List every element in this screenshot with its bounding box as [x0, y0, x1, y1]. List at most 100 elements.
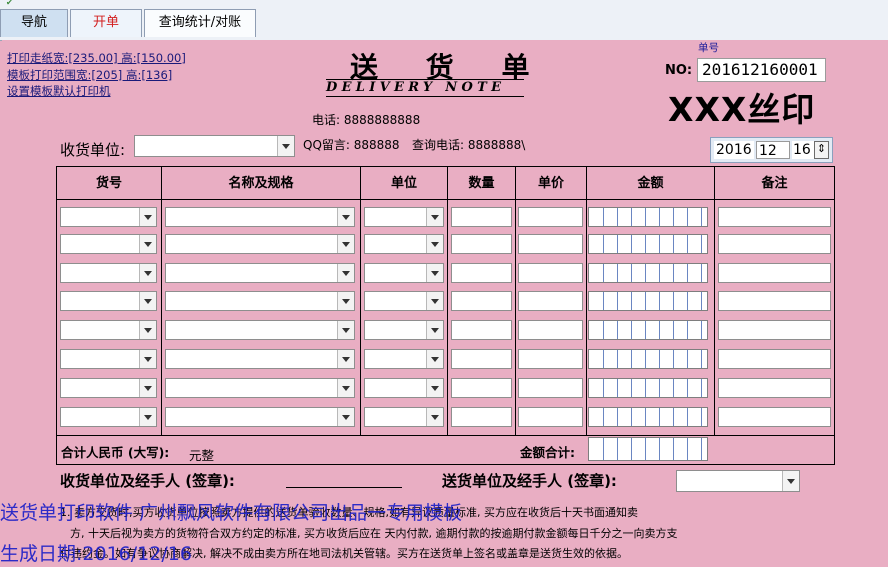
name-spec-select[interactable] — [165, 207, 355, 227]
total-amount-label: 金额合计: — [520, 445, 575, 460]
check-icon: ✔ — [6, 0, 13, 7]
unit-price-input[interactable] — [518, 349, 583, 369]
receiver-select[interactable] — [134, 135, 295, 157]
header-divider — [57, 199, 834, 200]
unit-price-input[interactable] — [518, 263, 583, 283]
date-year[interactable]: 2016 — [714, 141, 754, 159]
item-no-select[interactable] — [60, 291, 157, 311]
item-no-select[interactable] — [60, 378, 157, 398]
quantity-input[interactable] — [451, 263, 512, 283]
name-spec-select[interactable] — [165, 320, 355, 340]
quantity-input[interactable] — [451, 291, 512, 311]
tab-query-reconcile[interactable]: 查询统计/对账 — [144, 9, 256, 37]
name-spec-select[interactable] — [165, 378, 355, 398]
contact-query-phone: 查询电话: 8888888\ — [412, 138, 526, 152]
amount-input[interactable] — [588, 320, 708, 340]
unit-price-input[interactable] — [518, 320, 583, 340]
unit-price-input[interactable] — [518, 234, 583, 254]
amount-input[interactable] — [588, 291, 708, 311]
default-printer-link[interactable]: 设置模板默认打印机 — [7, 83, 111, 99]
unit-select[interactable] — [364, 207, 444, 227]
header-item-no: 货号 — [95, 176, 122, 191]
name-spec-select[interactable] — [165, 291, 355, 311]
order-number-caption: 单号 — [698, 42, 719, 54]
name-spec-select[interactable] — [165, 407, 355, 427]
tab-create-order[interactable]: 开单 — [70, 9, 142, 37]
chevron-down-icon — [139, 235, 156, 253]
chevron-down-icon — [139, 350, 156, 368]
remarks-input[interactable] — [718, 207, 831, 227]
chevron-down-icon — [426, 408, 443, 426]
receiver-signature-label: 收货单位及经手人 (签章): — [60, 472, 235, 490]
watermark-line-1: 送货单打印软件 广州飘风软件有限公司出品一专用模板 — [0, 502, 463, 524]
chevron-down-icon — [139, 379, 156, 397]
quantity-input[interactable] — [451, 349, 512, 369]
chevron-down-icon — [337, 321, 354, 339]
order-number-field[interactable]: 201612160001 — [697, 58, 826, 82]
amount-input[interactable] — [588, 349, 708, 369]
item-no-select[interactable] — [60, 234, 157, 254]
unit-select[interactable] — [364, 291, 444, 311]
spinner-icon[interactable]: ⇕ — [814, 141, 829, 159]
amount-input[interactable] — [588, 234, 708, 254]
column-divider — [161, 167, 162, 435]
amount-input[interactable] — [588, 378, 708, 398]
receiver-label: 收货单位: — [60, 141, 126, 159]
item-no-select[interactable] — [60, 407, 157, 427]
remarks-input[interactable] — [718, 407, 831, 427]
chevron-down-icon — [139, 321, 156, 339]
item-no-select[interactable] — [60, 349, 157, 369]
sender-select[interactable] — [676, 470, 800, 492]
name-spec-select[interactable] — [165, 234, 355, 254]
remarks-input[interactable] — [718, 349, 831, 369]
chevron-down-icon — [337, 292, 354, 310]
unit-select[interactable] — [364, 320, 444, 340]
name-spec-select[interactable] — [165, 349, 355, 369]
unit-price-input[interactable] — [518, 407, 583, 427]
unit-price-input[interactable] — [518, 207, 583, 227]
date-month[interactable]: 12 — [756, 141, 790, 159]
quantity-input[interactable] — [451, 378, 512, 398]
remarks-input[interactable] — [718, 263, 831, 283]
column-divider — [515, 167, 516, 435]
unit-select[interactable] — [364, 234, 444, 254]
date-picker[interactable]: 2016 12 16 ⇕ — [710, 137, 833, 163]
amount-input[interactable] — [588, 263, 708, 283]
item-no-select[interactable] — [60, 263, 157, 283]
unit-price-input[interactable] — [518, 378, 583, 398]
remarks-input[interactable] — [718, 378, 831, 398]
quantity-input[interactable] — [451, 234, 512, 254]
unit-select[interactable] — [364, 378, 444, 398]
chevron-down-icon — [337, 408, 354, 426]
amount-input[interactable] — [588, 407, 708, 427]
unit-price-input[interactable] — [518, 291, 583, 311]
column-divider — [447, 167, 448, 435]
remarks-input[interactable] — [718, 234, 831, 254]
chevron-down-icon — [277, 136, 294, 156]
quantity-input[interactable] — [451, 407, 512, 427]
unit-select[interactable] — [364, 263, 444, 283]
quantity-input[interactable] — [451, 320, 512, 340]
remarks-input[interactable] — [718, 320, 831, 340]
order-number-label: NO: — [665, 63, 693, 78]
name-spec-select[interactable] — [165, 263, 355, 283]
total-amount-field[interactable] — [588, 437, 708, 461]
unit-select[interactable] — [364, 407, 444, 427]
item-no-select[interactable] — [60, 320, 157, 340]
column-divider — [586, 167, 587, 435]
date-day[interactable]: 16 — [792, 141, 815, 159]
remarks-input[interactable] — [718, 291, 831, 311]
chevron-down-icon — [426, 235, 443, 253]
total-rmb-label: 合计人民币 (大写): — [61, 445, 170, 460]
template-range-link[interactable]: 模板打印范围宽:[205] 高:[136] — [7, 67, 172, 83]
paper-size-link[interactable]: 打印走纸宽:[235.00] 高:[150.00] — [7, 50, 186, 66]
chevron-down-icon — [782, 471, 799, 491]
quantity-input[interactable] — [451, 207, 512, 227]
chevron-down-icon — [426, 379, 443, 397]
tab-bar: ✔ 导航 开单 查询统计/对账 — [0, 0, 888, 41]
item-no-select[interactable] — [60, 207, 157, 227]
unit-select[interactable] — [364, 349, 444, 369]
tab-navigation[interactable]: 导航 — [0, 9, 68, 37]
amount-input[interactable] — [588, 207, 708, 227]
chevron-down-icon — [337, 264, 354, 282]
